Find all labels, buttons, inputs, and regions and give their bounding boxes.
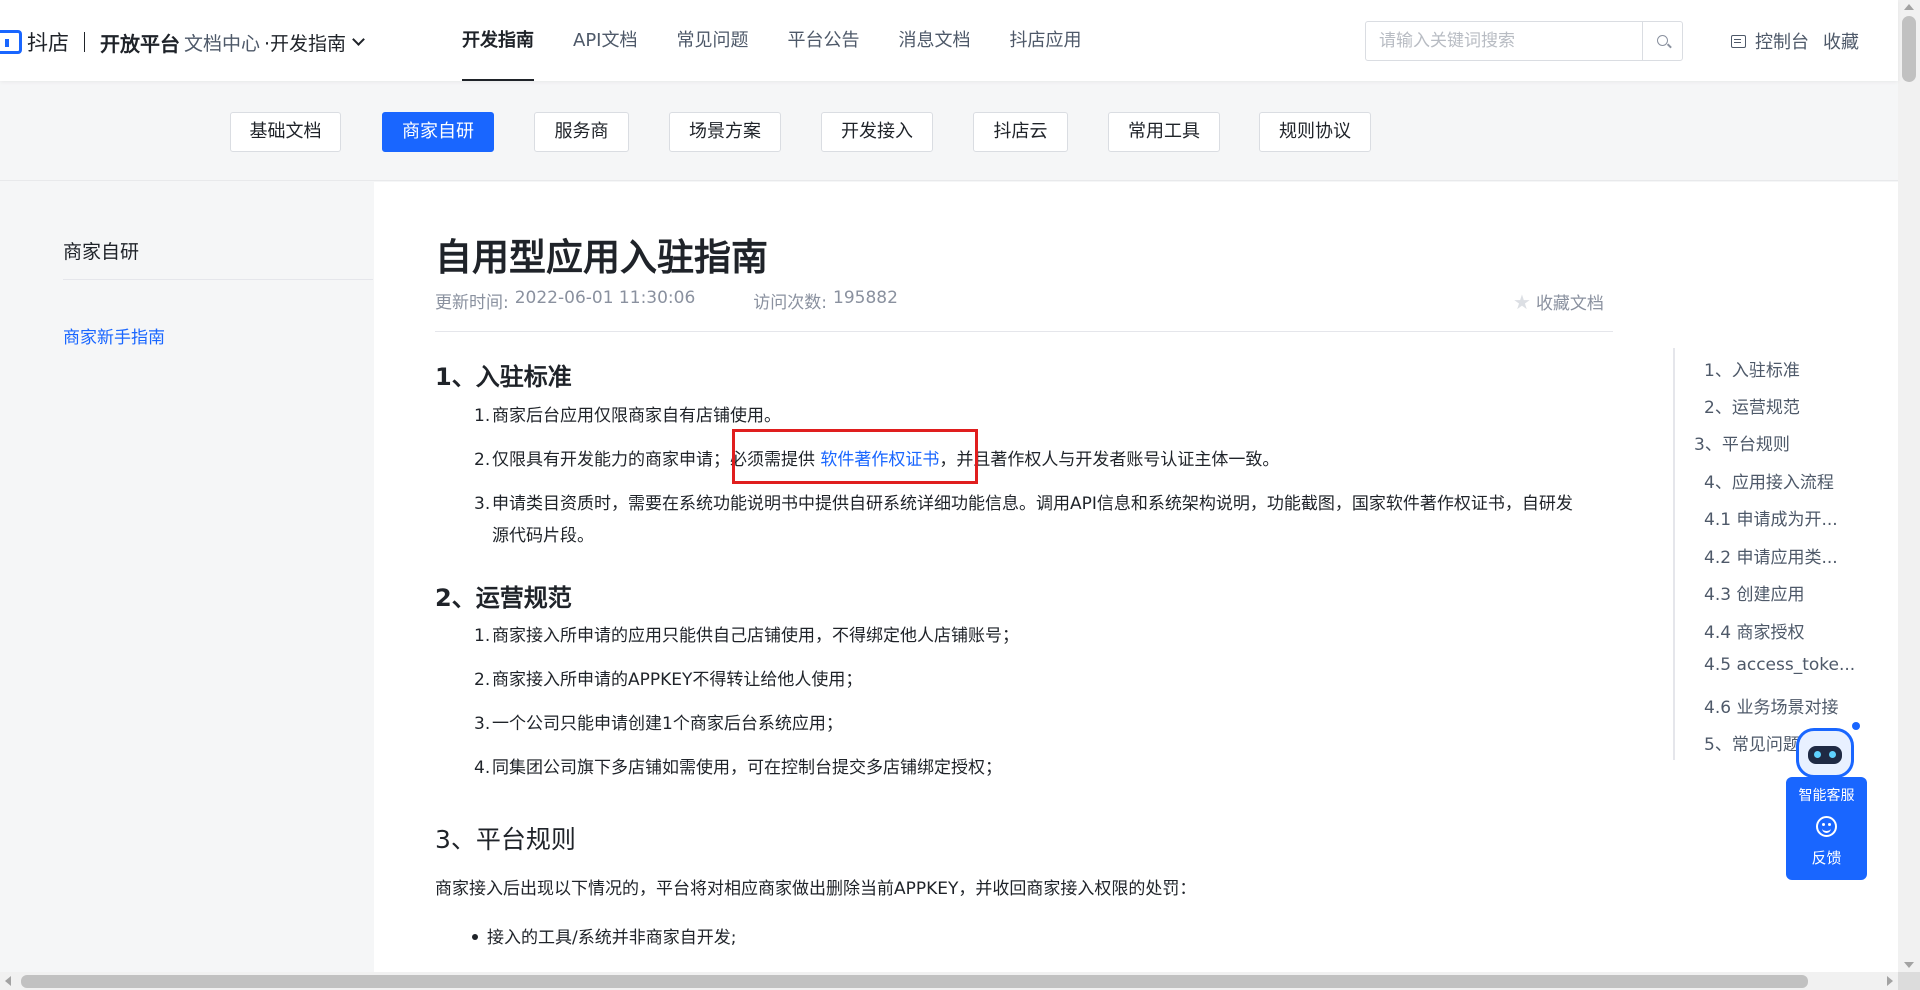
brand-name: 抖店 — [27, 31, 69, 55]
assistant-widget[interactable]: 智能客服 反馈 — [1786, 777, 1867, 880]
update-time: 2022-06-01 11:30:06 — [514, 288, 696, 308]
console-icon — [1731, 34, 1746, 48]
section-heading-operation-rules: 2、运营规范 — [435, 584, 572, 612]
brand[interactable]: 抖店 开放平台 文档中心 ·开发指南 — [0, 26, 365, 58]
category-basic-docs[interactable]: 基础文档 — [230, 112, 341, 152]
table-of-contents: 1、入驻标准 2、运营规范 3、平台规则 4、应用接入流程 4.1 申请成为开.… — [1673, 348, 1863, 760]
nav-api-docs[interactable]: API文档 — [573, 0, 637, 81]
title-divider — [435, 331, 1613, 332]
assistant-robot-icon[interactable] — [1793, 722, 1860, 780]
vertical-scroll-thumb[interactable] — [1902, 16, 1916, 82]
scroll-up-arrow-icon[interactable] — [1904, 4, 1914, 10]
doc-content: 自用型应用入驻指南 更新时间: 2022-06-01 11:30:06 访问次数… — [374, 182, 1898, 972]
category-rules-agreements[interactable]: 规则协议 — [1259, 112, 1371, 152]
scroll-left-arrow-icon[interactable] — [5, 976, 11, 986]
scrollbar-corner — [1898, 972, 1920, 990]
top-nav: 开发指南 API文档 常见问题 平台公告 消息文档 抖店应用 — [462, 0, 1120, 81]
category-common-tools[interactable]: 常用工具 — [1108, 112, 1220, 152]
category-merchant-self-dev[interactable]: 商家自研 — [382, 112, 494, 152]
list-item: 1. 商家接入所申请的应用只能供自己店铺使用，不得绑定他人店铺账号； — [474, 626, 1019, 646]
brand-separator — [84, 32, 85, 52]
category-bar: 基础文档 商家自研 服务商 场景方案 开发接入 抖店云 常用工具 规则协议 — [0, 81, 1898, 181]
toc-item-access-token[interactable]: 4.5 access_toke... — [1704, 655, 1855, 675]
bullet-dot — [472, 934, 478, 940]
sidebar-item-merchant-guide[interactable]: 商家新手指南 — [63, 323, 165, 348]
section-heading-entry-standards: 1、入驻标准 — [435, 363, 572, 391]
update-time-label: 更新时间: — [435, 293, 509, 313]
search-button[interactable] — [1642, 22, 1682, 60]
nav-faq[interactable]: 常见问题 — [676, 0, 748, 81]
visits-label: 访问次数: — [753, 293, 828, 313]
toc-item-merchant-auth[interactable]: 4.4 商家授权 — [1704, 618, 1804, 643]
nav-shop-apps[interactable]: 抖店应用 — [1009, 0, 1081, 81]
header-actions: 控制台 收藏 — [1731, 26, 1859, 56]
top-header: 抖店 开放平台 文档中心 ·开发指南 开发指南 API文档 常见问题 平台公告 … — [0, 0, 1898, 81]
toc-item-access-flow[interactable]: 4、应用接入流程 — [1704, 468, 1834, 493]
search-icon — [1657, 35, 1668, 46]
list-item: 接入的工具/系统并非商家自开发; — [472, 923, 736, 948]
favorite-doc-button[interactable]: ★ 收藏文档 — [1513, 289, 1604, 315]
chevron-down-icon — [352, 32, 365, 46]
list-item: 3. 申请类目资质时，需要在系统功能说明书中提供自研系统详细功能信息。调用API信… — [474, 494, 1573, 546]
nav-announcements[interactable]: 平台公告 — [787, 0, 859, 81]
category-dev-access[interactable]: 开发接入 — [821, 112, 933, 152]
scroll-right-arrow-icon[interactable] — [1887, 976, 1893, 986]
toc-item-operation-rules[interactable]: 2、运营规范 — [1704, 393, 1800, 418]
search-input[interactable] — [1366, 22, 1644, 60]
smart-service-label[interactable]: 智能客服 — [1786, 785, 1867, 805]
vertical-scrollbar[interactable] — [1898, 0, 1920, 972]
brand-doc-center: 文档中心 — [184, 32, 261, 55]
category-shop-cloud[interactable]: 抖店云 — [973, 112, 1068, 152]
doc-meta: 更新时间: 2022-06-01 11:30:06 访问次数: 195882 — [435, 288, 898, 313]
section-intro: 商家接入后出现以下情况的，平台将对相应商家做出删除当前APPKEY，并收回商家接… — [435, 879, 1197, 899]
feedback-label[interactable]: 反馈 — [1786, 847, 1867, 868]
toc-item-business-scenario[interactable]: 4.6 业务场景对接 — [1704, 693, 1838, 718]
douyin-shop-logo-icon — [0, 30, 22, 54]
horizontal-scrollbar[interactable] — [0, 972, 1898, 990]
highlight-annotation-box — [732, 429, 978, 484]
sidebar-divider — [63, 279, 373, 280]
category-scenario-solutions[interactable]: 场景方案 — [669, 112, 781, 152]
toc-item-faq[interactable]: 5、常见问题 — [1704, 730, 1800, 755]
console-link[interactable]: 控制台 — [1755, 28, 1809, 54]
star-icon: ★ — [1513, 289, 1531, 314]
guide-dropdown[interactable]: ·开发指南 — [264, 29, 365, 56]
list-item: 4. 同集团公司旗下多店铺如需使用，可在控制台提交多店铺绑定授权； — [474, 758, 1002, 778]
toc-item-entry-standards[interactable]: 1、入驻标准 — [1704, 356, 1800, 381]
list-item: 2. 商家接入所申请的APPKEY不得转让给他人使用； — [474, 670, 863, 690]
left-sidebar: 商家自研 商家新手指南 — [0, 182, 373, 972]
favorites-link[interactable]: 收藏 — [1823, 28, 1859, 54]
brand-platform: 开放平台 — [100, 31, 180, 56]
search-box — [1365, 21, 1683, 61]
visits-count: 195882 — [833, 288, 898, 308]
toc-item-platform-rules[interactable]: 3、平台规则 — [1694, 430, 1790, 455]
list-item: 1. 商家后台应用仅限商家自有店铺使用。 — [474, 406, 781, 426]
favorite-doc-label: 收藏文档 — [1535, 294, 1604, 314]
smile-feedback-icon[interactable] — [1816, 816, 1837, 837]
toc-item-apply-app-type[interactable]: 4.2 申请应用类... — [1704, 543, 1838, 568]
toc-item-apply-developer[interactable]: 4.1 申请成为开... — [1704, 505, 1838, 530]
nav-message-docs[interactable]: 消息文档 — [898, 0, 970, 81]
scroll-down-arrow-icon[interactable] — [1904, 962, 1914, 968]
toc-item-create-app[interactable]: 4.3 创建应用 — [1704, 580, 1804, 605]
horizontal-scroll-thumb[interactable] — [21, 975, 1808, 988]
guide-dropdown-label: ·开发指南 — [264, 32, 347, 55]
list-item: 3. 一个公司只能申请创建1个商家后台系统应用； — [474, 714, 843, 734]
section-heading-platform-rules: 3、平台规则 — [435, 825, 576, 854]
sidebar-title: 商家自研 — [63, 241, 140, 263]
page-title: 自用型应用入驻指南 — [435, 236, 768, 279]
category-service-provider[interactable]: 服务商 — [534, 112, 629, 152]
nav-dev-guide[interactable]: 开发指南 — [462, 0, 534, 81]
